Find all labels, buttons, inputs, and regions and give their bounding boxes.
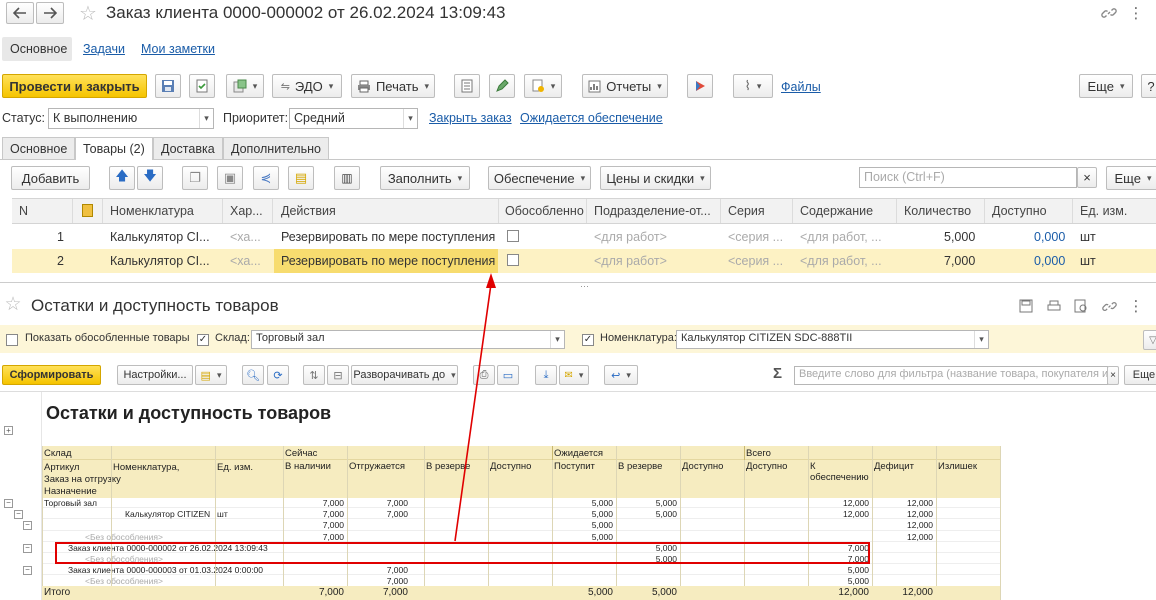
annotation-arrow xyxy=(454,273,496,542)
